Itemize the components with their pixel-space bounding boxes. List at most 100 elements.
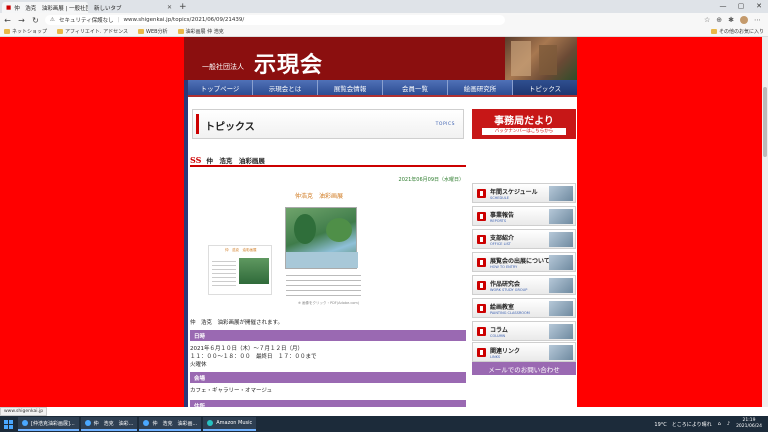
sidebar-item-links[interactable]: 関連リンク LINKS — [472, 342, 576, 362]
weather-widget[interactable]: 19°C ところにより晴れ — [654, 421, 711, 428]
volume-icon[interactable]: ♪ — [727, 421, 730, 427]
thumbnail — [549, 301, 573, 316]
reload-icon[interactable]: ↻ — [31, 16, 40, 25]
extension-icon[interactable]: ⊕ — [716, 16, 722, 24]
back-icon[interactable]: ← — [3, 16, 12, 25]
site-banner[interactable]: 一般社団法人 示現会 — [184, 37, 577, 80]
profile-avatar[interactable] — [740, 16, 748, 24]
favorite-item[interactable]: WEB分析 — [138, 28, 168, 35]
flyer-caption[interactable]: ※ 画像をクリック・PDF(Adobe.com) — [298, 301, 359, 306]
tab-bar: ■ 仲 浩克 油彩画展 | 一般社団... ✕ 新しいタブ ✕ + — ▢ ✕ — [0, 0, 768, 13]
taskbar-item[interactable]: [仲浩克油彩画展]... — [18, 417, 79, 431]
favorite-star-icon[interactable]: ☆ — [704, 16, 710, 24]
folder-icon — [177, 29, 184, 34]
heading-accent — [196, 114, 199, 134]
close-tab-icon[interactable]: ✕ — [167, 4, 172, 11]
browser-window: ■ 仲 浩克 油彩画展 | 一般社団... ✕ 新しいタブ ✕ + — ▢ ✕ … — [0, 0, 768, 432]
section-address: 住所 — [190, 400, 466, 407]
main-content: トピックス TOPICS SS 仲 浩克 油彩画展 2021年06月09日（水曜… — [188, 99, 470, 407]
nav-institute[interactable]: 絵画研究所 — [448, 80, 513, 95]
section-datetime: 日時 — [190, 330, 466, 341]
tab-inactive[interactable]: 新しいタブ ✕ — [90, 2, 176, 13]
office-news-backnumber: バックナンバーはこちらから — [482, 128, 566, 135]
site-logo: 示現会 — [254, 52, 324, 78]
post-title: 仲 浩克 油彩画展 — [206, 157, 265, 165]
minimize-button[interactable]: — — [714, 0, 732, 12]
url-text: www.shigenkai.jp/topics/2021/06/09/21439… — [123, 17, 245, 23]
toolbar: ☆ ⊕ ✱ ⋯ — [704, 16, 765, 24]
office-news-title: 事務局だより — [494, 116, 554, 127]
ss-logo-icon: SS — [190, 155, 202, 165]
taskbar-item[interactable]: 仲 浩克 油彩画... — [139, 417, 202, 431]
taskbar: [仲浩克油彩画展]... 仲 浩克 油彩... 仲 浩克 油彩画... Amaz… — [0, 416, 768, 432]
thumbnail — [549, 278, 573, 293]
post-lead: 仲 浩克 油彩画展が開催されます。 — [190, 320, 283, 326]
windows-icon — [3, 419, 13, 429]
clock[interactable]: 21:19 2021/06/24 — [736, 418, 762, 430]
office-news-banner[interactable]: 事務局だより バックナンバーはこちらから — [472, 109, 576, 139]
close-window-button[interactable]: ✕ — [750, 0, 768, 12]
maximize-button[interactable]: ▢ — [732, 0, 750, 12]
tab-label: 新しいタブ — [94, 5, 122, 12]
favorite-item[interactable]: 油彩画展 仲 浩克 — [177, 28, 224, 35]
sidebar-item-classroom[interactable]: 絵画教室 PAINTING CLASSROOM — [472, 298, 576, 318]
start-button[interactable] — [0, 416, 16, 432]
tab-active[interactable]: ■ 仲 浩克 油彩画展 | 一般社団... ✕ — [2, 2, 88, 13]
tab-label: 仲 浩克 油彩画展 | 一般社団... — [14, 5, 88, 12]
link-icon — [477, 348, 486, 357]
forward-icon[interactable]: → — [17, 16, 26, 25]
other-favorites[interactable]: その他のお気に入り — [710, 28, 764, 35]
taskbar-item[interactable]: Amazon Music — [203, 417, 257, 431]
section-text: カフェ・ギャラリー・オマージュ — [190, 388, 273, 394]
security-label: セキュリティ保護なし — [58, 18, 114, 24]
system-tray: 19°C ところにより晴れ ⌂ ♪ 21:19 2021/06/24 — [654, 418, 768, 430]
nav-members[interactable]: 会員一覧 — [383, 80, 448, 95]
folder-icon — [710, 29, 717, 34]
sidebar-item-entry[interactable]: 展覧会の出展について HOW TO ENTRY — [472, 252, 576, 272]
folder-icon — [57, 29, 64, 34]
thumbnail — [549, 232, 573, 247]
nav-top[interactable]: トップページ — [188, 80, 253, 95]
site-page: 一般社団法人 示現会 トップページ 示現会とは 展覧会情報 会員一覧 絵画研究所… — [184, 37, 577, 407]
report-icon — [477, 212, 486, 221]
favorite-item[interactable]: ネットショップ — [4, 28, 47, 35]
mail-contact-button[interactable]: メールでのお問い合わせ — [472, 362, 576, 375]
page-title-en: TOPICS — [435, 122, 455, 127]
sidebar-item-schedule[interactable]: 年間スケジュール SCHEDULE — [472, 183, 576, 203]
nav-about[interactable]: 示現会とは — [253, 80, 318, 95]
thumbnail — [549, 255, 573, 270]
favicon-icon: ■ — [6, 4, 12, 11]
warning-icon: ⚠ — [50, 17, 55, 23]
menu-icon[interactable]: ⋯ — [754, 16, 761, 24]
taskbar-item[interactable]: 仲 浩克 油彩... — [80, 417, 138, 431]
sidebar-item-offices[interactable]: 支部紹介 OFFICE LIST — [472, 229, 576, 249]
page-viewport: 一般社団法人 示現会 トップページ 示現会とは 展覧会情報 会員一覧 絵画研究所… — [0, 37, 768, 407]
banner-photo — [505, 37, 577, 80]
nav-topics[interactable]: トピックス — [513, 80, 577, 95]
separator: | — [117, 17, 120, 23]
painting-image — [285, 207, 358, 269]
favorites-bar: ネットショップ アフィリエイト. アドセンス WEB分析 油彩画展 仲 浩克 そ… — [0, 27, 768, 37]
nav-exhibitions[interactable]: 展覧会情報 — [318, 80, 383, 95]
entry-icon — [477, 258, 486, 267]
sidebar-item-column[interactable]: コラム COLUMN — [472, 321, 576, 341]
thumbnail — [549, 345, 573, 360]
new-tab-button[interactable]: + — [179, 2, 187, 13]
org-type: 一般社団法人 — [202, 63, 244, 71]
page-heading-box: トピックス TOPICS — [192, 109, 464, 139]
flyer-info-block — [286, 271, 361, 297]
url-input[interactable]: ⚠ セキュリティ保護なし | www.shigenkai.jp/topics/2… — [45, 15, 505, 25]
flyer-image[interactable]: 仲浩克 油彩画展 仲 浩克 油彩画展 ※ 画像をクリック・PDF(Adobe.c… — [200, 187, 375, 307]
favorite-item[interactable]: アフィリエイト. アドセンス — [57, 28, 128, 35]
address-bar: ← → ↻ ⚠ セキュリティ保護なし | www.shigenkai.jp/to… — [0, 13, 768, 27]
flyer-title: 仲浩克 油彩画展 — [295, 193, 344, 200]
column-icon — [477, 327, 486, 336]
section-text: 2021年６月１０日（木）～７月１２日（月） １１：００～１８：００ 最終日 １… — [190, 346, 317, 368]
edge-icon — [143, 420, 150, 426]
network-icon[interactable]: ⌂ — [718, 421, 721, 427]
sidebar-item-reports[interactable]: 事業報告 REPORTS — [472, 206, 576, 226]
collections-icon[interactable]: ✱ — [728, 16, 734, 24]
scrollbar-thumb[interactable] — [763, 87, 767, 157]
sidebar-item-study-group[interactable]: 作品研究会 WORK STUDY GROUP — [472, 275, 576, 295]
page-title: トピックス — [205, 122, 255, 133]
